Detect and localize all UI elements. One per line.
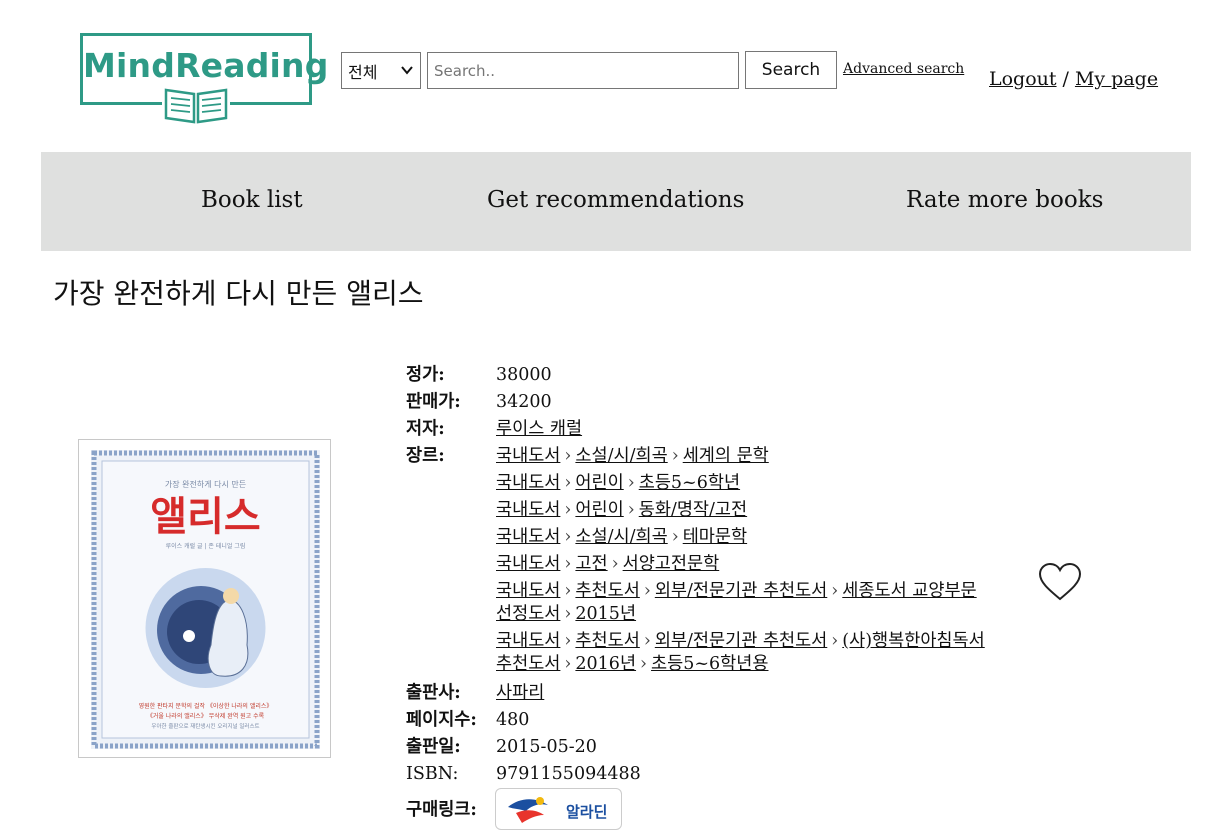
genre-path: 국내도서 › 어린이 › 초등5~6학년 — [496, 470, 986, 497]
genre-link[interactable]: 고전 — [575, 554, 607, 574]
genre-link[interactable]: 2016년 — [575, 654, 636, 674]
pub-date-value: 2015-05-20 — [496, 737, 597, 757]
aladin-buy-button[interactable]: 알라딘 — [495, 788, 622, 830]
publisher-link[interactable]: 사파리 — [496, 683, 544, 703]
genre-path: 국내도서 › 어린이 › 동화/명작/고전 — [496, 497, 986, 524]
isbn-label: ISBN: — [406, 764, 459, 784]
open-book-icon — [162, 84, 230, 124]
cover-blurb-1: 영원한 판타지 문학의 걸작 《이상한 나라의 앨리스》 — [139, 702, 273, 710]
logout-link[interactable]: Logout — [989, 68, 1057, 90]
genre-link[interactable]: 테마문학 — [683, 527, 747, 547]
chevron-right-icon: › — [611, 554, 619, 574]
genre-link[interactable]: 외부/전문기관 추천도서 — [655, 631, 827, 651]
genre-list: 국내도서 › 소설/시/희곡 › 세계의 문학 국내도서 › 어린이 › 초등5~6학년 국내도… — [496, 443, 986, 680]
buy-link-label: 구매링크: — [406, 800, 477, 820]
chevron-right-icon: › — [564, 631, 572, 651]
chevron-right-icon: › — [671, 446, 679, 466]
genre-path: 국내도서 › 고전 › 서양고전문학 — [496, 551, 986, 578]
chevron-right-icon: › — [564, 446, 572, 466]
cover-blurb-3: 우아한 줄판으로 재탄생시킨 오리지널 일러스트 — [151, 722, 259, 730]
chevron-right-icon: › — [643, 631, 651, 651]
chevron-right-icon: › — [564, 604, 572, 624]
search-category-select[interactable]: 전체 — [341, 52, 421, 89]
aladin-logo-icon: 알라딘 — [508, 797, 607, 823]
genre-link[interactable]: 국내도서 — [496, 554, 560, 574]
advanced-search-link[interactable]: Advanced search — [843, 61, 964, 77]
nav-get-recommendations[interactable]: Get recommendations — [487, 187, 744, 213]
search-input[interactable] — [427, 52, 739, 89]
genre-link[interactable]: 국내도서 — [496, 446, 560, 466]
nav-rate-more-books[interactable]: Rate more books — [906, 187, 1103, 213]
author-label: 저자: — [406, 419, 445, 439]
genre-link[interactable]: 동화/명작/고전 — [639, 500, 747, 520]
search-category-value: 전체 — [348, 62, 378, 82]
genre-path: 국내도서 › 소설/시/희곡 › 테마문학 — [496, 524, 986, 551]
genre-link[interactable]: 소설/시/희곡 — [575, 446, 667, 466]
book-details: 정가: 38000 판매가: 34200 저자: 루이스 캐럴 장르: 국내도서… — [406, 362, 986, 788]
chevron-right-icon: › — [564, 554, 572, 574]
genre-link[interactable]: 서양고전문학 — [623, 554, 720, 574]
chevron-right-icon: › — [564, 473, 572, 493]
chevron-right-icon: › — [564, 500, 572, 520]
list-price-value: 38000 — [496, 365, 552, 385]
store-name: 알라딘 — [566, 803, 607, 821]
genre-link[interactable]: 국내도서 — [496, 527, 560, 547]
my-page-link[interactable]: My page — [1075, 68, 1158, 90]
publisher-label: 출판사: — [406, 683, 461, 703]
pages-value: 480 — [496, 710, 530, 730]
genre-label: 장르: — [406, 446, 445, 466]
heart-outline-icon[interactable] — [1038, 562, 1082, 602]
main-nav: Book list Get recommendations Rate more … — [41, 152, 1191, 251]
chevron-right-icon: › — [640, 654, 648, 674]
genre-link[interactable]: 소설/시/희곡 — [575, 527, 667, 547]
genre-link[interactable]: 초등5~6학년 — [639, 473, 740, 493]
logo-text: MindReading — [83, 46, 329, 85]
pages-label: 페이지수: — [406, 710, 477, 730]
sale-price-label: 판매가: — [406, 392, 461, 412]
chevron-right-icon: › — [564, 527, 572, 547]
genre-link[interactable]: 초등5~6학년용 — [651, 654, 768, 674]
chevron-right-icon: › — [643, 581, 651, 601]
chevron-right-icon: › — [671, 527, 679, 547]
chevron-right-icon: › — [627, 473, 635, 493]
pub-date-label: 출판일: — [406, 737, 461, 757]
genre-path: 국내도서 › 추천도서 › 외부/전문기관 추천도서 › (사)행복한아침독서 추천도서 › 2… — [496, 630, 986, 676]
cover-title: 앨리스 — [150, 494, 260, 540]
genre-link[interactable]: 추천도서 — [575, 631, 639, 651]
chevron-right-icon: › — [831, 581, 839, 601]
book-title: 가장 완전하게 다시 만든 앨리스 — [53, 277, 424, 310]
genre-link[interactable]: 세계의 문학 — [683, 446, 769, 466]
search-button[interactable]: Search — [745, 51, 837, 89]
user-links-separator: / — [1062, 68, 1069, 90]
list-price-label: 정가: — [406, 365, 445, 385]
chevron-right-icon: › — [564, 654, 572, 674]
chevron-down-icon — [401, 66, 413, 75]
sale-price-value: 34200 — [496, 392, 552, 412]
genre-link[interactable]: 국내도서 — [496, 631, 560, 651]
genre-path: 국내도서 › 추천도서 › 외부/전문기관 추천도서 › 세종도서 교양부문 선정도서 › 20… — [496, 580, 986, 626]
genre-link[interactable]: 어린이 — [575, 473, 623, 493]
genre-link[interactable]: 추천도서 — [575, 581, 639, 601]
chevron-right-icon: › — [627, 500, 635, 520]
author-link[interactable]: 루이스 캐럴 — [496, 419, 582, 439]
chevron-right-icon: › — [831, 631, 839, 651]
user-links: Logout / My page — [989, 68, 1158, 90]
genre-link[interactable]: 어린이 — [575, 500, 623, 520]
genre-path: 국내도서 › 소설/시/희곡 › 세계의 문학 — [496, 443, 986, 470]
cover-blurb-2: 《거울 나라의 앨리스》 무삭제 완역 원고 수록 — [147, 712, 265, 720]
chevron-right-icon: › — [564, 581, 572, 601]
genre-link[interactable]: 국내도서 — [496, 581, 560, 601]
nav-book-list[interactable]: Book list — [201, 187, 303, 213]
isbn-value: 9791155094488 — [496, 764, 641, 784]
genre-link[interactable]: 국내도서 — [496, 473, 560, 493]
genre-link[interactable]: 외부/전문기관 추천도서 — [655, 581, 827, 601]
genre-link[interactable]: 국내도서 — [496, 500, 560, 520]
genre-link[interactable]: 2015년 — [575, 604, 636, 624]
cover-credit: 루이스 캐럴 글 | 존 테니얼 그림 — [166, 542, 246, 550]
book-cover: 가장 완전하게 다시 만든 앨리스 루이스 캐럴 글 | 존 테니얼 그림 영원… — [78, 439, 331, 758]
cover-top-line: 가장 완전하게 다시 만든 — [165, 479, 246, 489]
